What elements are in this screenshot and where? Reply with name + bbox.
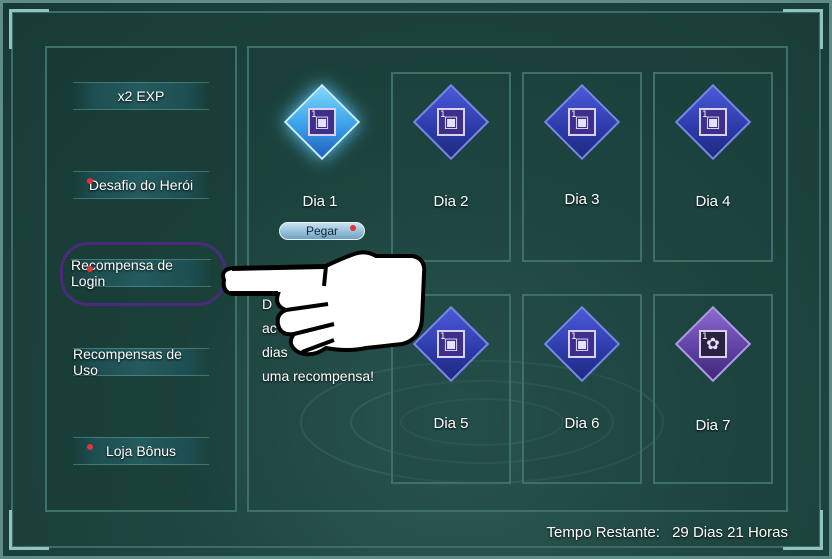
pet-egg-icon: 1 ✿: [699, 330, 727, 358]
claim-button-label: Pegar: [305, 224, 339, 238]
notification-dot: [87, 178, 93, 184]
corner-ornament: [9, 510, 49, 550]
day-card-4[interactable]: 1 ▣ Dia 4: [653, 72, 773, 262]
time-remaining: Tempo Restante: 29 Dias 21 Horas: [539, 524, 788, 541]
corner-ornament: [783, 510, 823, 550]
day-label: Dia 1: [302, 193, 338, 210]
purple-card-icon: 1 ▣: [437, 330, 465, 358]
day-label: Dia 3: [564, 191, 600, 208]
day-label: Dia 6: [564, 415, 600, 432]
menu-item-bonus-shop[interactable]: Loja Bônus: [73, 437, 209, 465]
purple-card-icon: 1 ▣: [568, 108, 596, 136]
day-label: Dia 5: [433, 415, 469, 432]
day-card-7[interactable]: 1 ✿ Dia 7: [653, 294, 773, 484]
purple-card-icon: 1 ▣: [437, 108, 465, 136]
purple-card-icon: 1 ▣: [699, 108, 727, 136]
purple-card-icon: 1 ▣: [568, 330, 596, 358]
notification-dot: [87, 266, 93, 272]
time-remaining-label: Tempo Restante:: [546, 524, 660, 541]
day-card-2[interactable]: 1 ▣ Dia 2: [391, 72, 511, 262]
day-label: Dia 4: [695, 193, 731, 210]
tutorial-hand-pointer-icon: [221, 250, 427, 357]
menu-item-label: x2 EXP: [117, 88, 165, 104]
time-remaining-value: 29 Dias 21 Horas: [672, 524, 788, 541]
menu-item-hero-challenge[interactable]: Desafio do Herói: [73, 171, 209, 199]
menu-item-login-reward[interactable]: Recompensa de Login: [71, 257, 211, 289]
menu-item-label: Recompensa de Login: [71, 257, 173, 289]
corner-ornament: [9, 9, 49, 49]
claim-button[interactable]: Pegar: [279, 222, 365, 240]
menu-item-usage-rewards[interactable]: Recompensas de Uso: [73, 346, 209, 378]
day-label: Dia 7: [695, 417, 731, 434]
menu-item-label: Recompensas de Uso: [73, 346, 182, 378]
day-card-3[interactable]: 1 ▣ Dia 3: [522, 72, 642, 262]
day-label: Dia 2: [433, 193, 469, 210]
notification-dot: [350, 225, 356, 231]
menu-item-label: Desafio do Herói: [88, 177, 194, 193]
menu-item-label: Loja Bônus: [105, 443, 177, 459]
day-card-6[interactable]: 1 ▣ Dia 6: [522, 294, 642, 484]
purple-card-icon: 1 ▣: [308, 108, 336, 136]
notification-dot: [87, 444, 93, 450]
corner-ornament: [783, 9, 823, 49]
menu-item-x2-exp[interactable]: x2 EXP: [73, 82, 209, 110]
